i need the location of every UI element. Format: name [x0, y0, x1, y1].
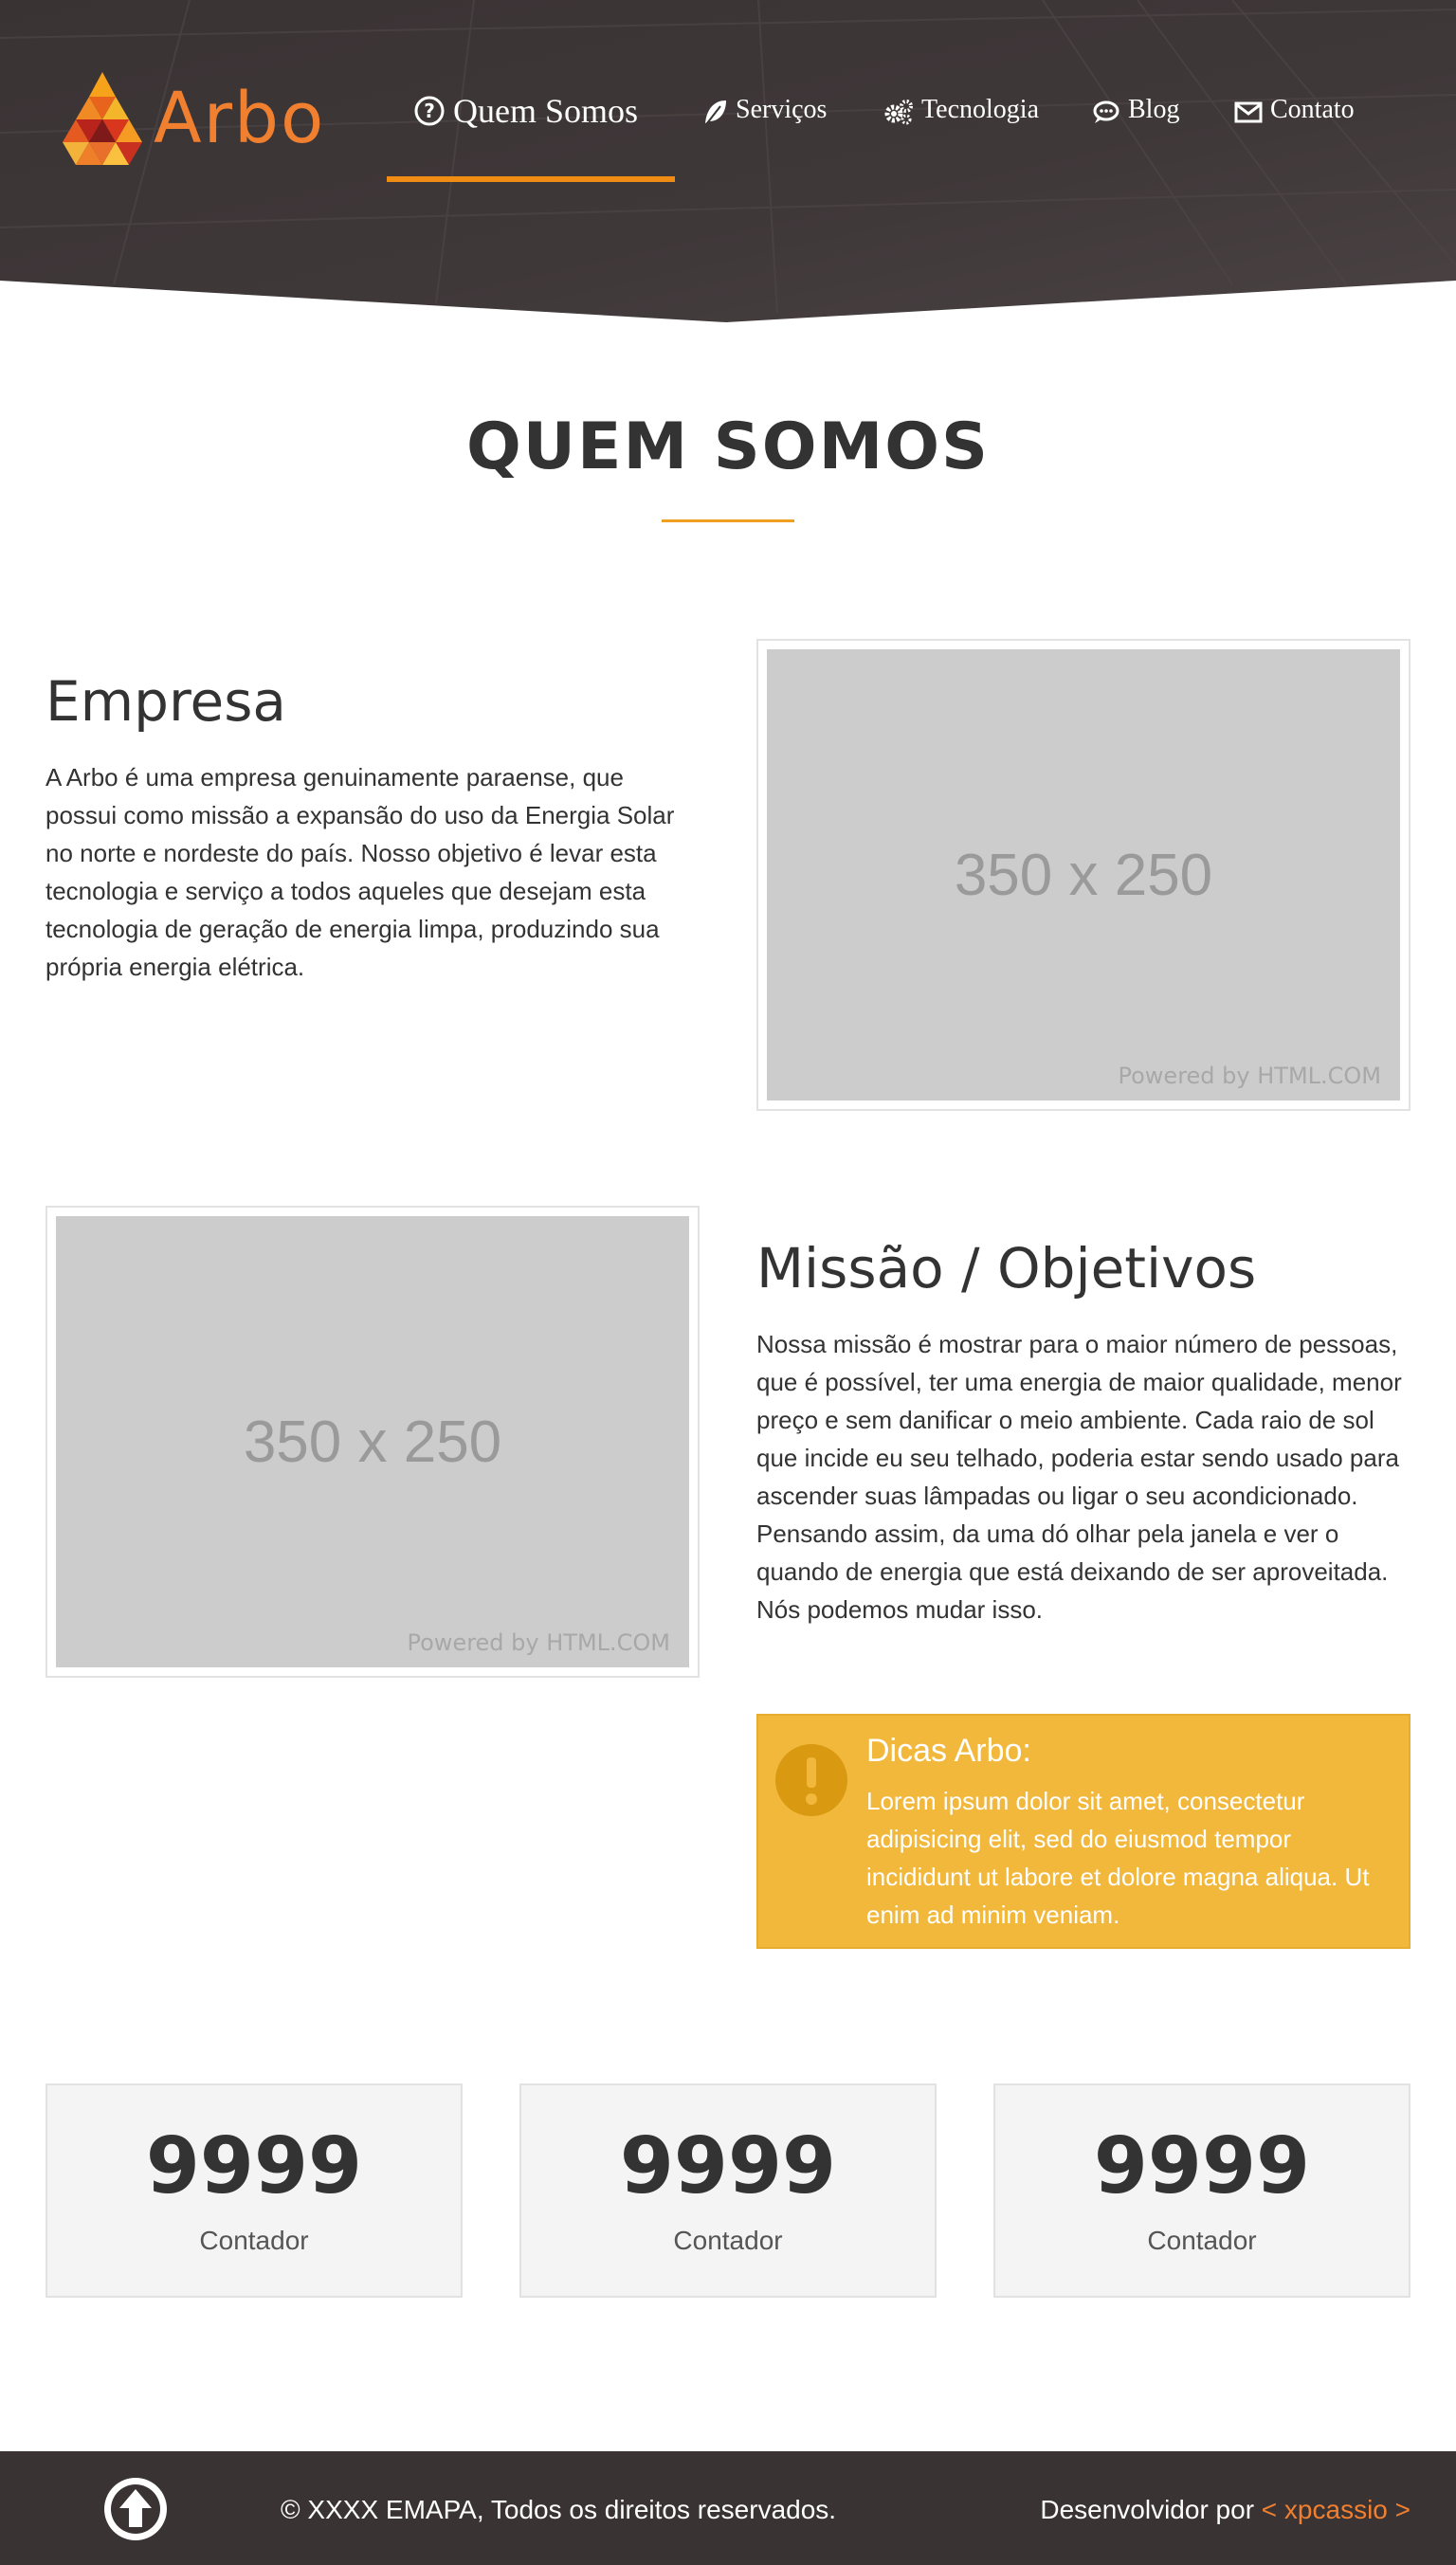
- gears-icon: [884, 100, 913, 125]
- image-size-label: 350 x 250: [243, 1409, 502, 1475]
- nav-label: Blog: [1128, 95, 1180, 124]
- nav-label: Serviços: [736, 95, 828, 124]
- tip-text: Lorem ipsum dolor sit amet, consectetur …: [866, 1787, 1370, 1929]
- empresa-heading: Empresa: [46, 669, 286, 734]
- tip-box: Dicas Arbo: Lorem ipsum dolor sit amet, …: [756, 1714, 1410, 1949]
- counter-card: 9999 Contador: [46, 2083, 463, 2298]
- copyright-text: © XXXX EMAPA, Todos os direitos reservad…: [281, 2495, 837, 2524]
- nav-item-tecnologia[interactable]: Tecnologia: [883, 95, 1039, 171]
- image-placeholder: 350 x 250 Powered by HTML.COM: [56, 1216, 689, 1667]
- counter-value: 9999: [619, 2121, 837, 2211]
- counter-card: 9999 Contador: [519, 2083, 937, 2298]
- nav-label: Contato: [1270, 95, 1355, 124]
- nav-label: Tecnologia: [921, 95, 1039, 124]
- arrow-up-circle-icon[interactable]: [102, 2476, 169, 2542]
- missao-text: Nossa missão é mostrar para o maior núme…: [756, 1330, 1402, 1624]
- nav-item-blog[interactable]: Blog: [1092, 95, 1179, 171]
- counter-value: 9999: [145, 2121, 363, 2211]
- exclamation-circle-icon: [775, 1744, 847, 1816]
- nav-item-servicos[interactable]: Serviços: [703, 95, 827, 171]
- nav-item-contato[interactable]: Contato: [1234, 95, 1355, 171]
- developer-prefix: Desenvolvidor por: [1040, 2495, 1255, 2524]
- title-divider: [662, 519, 794, 522]
- svg-text:?: ?: [424, 100, 435, 122]
- counter-value: 9999: [1093, 2121, 1311, 2211]
- counter-label: Contador: [1147, 2226, 1257, 2255]
- nav-active-indicator: [387, 176, 675, 182]
- nav-item-quem-somos[interactable]: ? Quem Somos: [413, 91, 638, 167]
- counter-card: 9999 Contador: [993, 2083, 1410, 2298]
- missao-image: 350 x 250 Powered by HTML.COM: [46, 1206, 700, 1678]
- empresa-image: 350 x 250 Powered by HTML.COM: [756, 639, 1410, 1111]
- image-credit: Powered by HTML.COM: [407, 1629, 671, 1656]
- main-nav: ? Quem Somos Serviços Tecnologia Blog Co…: [0, 92, 1456, 190]
- nav-label: Quem Somos: [453, 92, 639, 130]
- site-footer: © XXXX EMAPA, Todos os direitos reservad…: [0, 2451, 1456, 2565]
- image-credit: Powered by HTML.COM: [1118, 1063, 1382, 1089]
- site-header: Arbo ? Quem Somos Serviços Tecnologia Bl…: [0, 0, 1456, 322]
- tip-title: Dicas Arbo:: [866, 1733, 1031, 1769]
- envelope-icon: [1234, 101, 1263, 123]
- image-placeholder: 350 x 250 Powered by HTML.COM: [767, 649, 1400, 1101]
- image-size-label: 350 x 250: [954, 842, 1213, 908]
- page-title: QUEM SOMOS: [465, 409, 991, 484]
- developer-credit: Desenvolvidor por < xpcassio >: [1040, 2495, 1410, 2525]
- developer-link[interactable]: < xpcassio >: [1262, 2495, 1410, 2524]
- empresa-text: A Arbo é uma empresa genuinamente paraen…: [46, 763, 675, 981]
- missao-heading: Missão / Objetivos: [756, 1236, 1257, 1301]
- counter-label: Contador: [199, 2226, 309, 2255]
- counter-label: Contador: [673, 2226, 783, 2255]
- leaf-icon: [705, 100, 726, 124]
- comment-dots-icon: [1093, 100, 1119, 123]
- question-circle-icon: ?: [414, 96, 445, 126]
